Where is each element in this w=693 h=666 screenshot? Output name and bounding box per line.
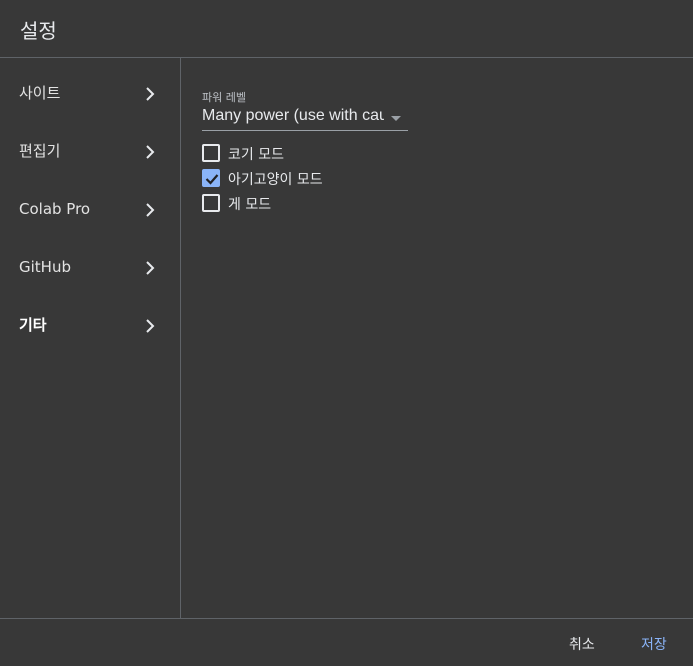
sidebar-item-colab-pro[interactable]: Colab Pro bbox=[0, 174, 180, 232]
power-level-select[interactable]: Many power (use with caution) bbox=[202, 106, 408, 131]
sidebar-item-editor[interactable]: 편집기 bbox=[0, 116, 180, 174]
sidebar-item-label: 사이트 bbox=[19, 84, 61, 102]
settings-dialog: 설정 사이트 편집기 Colab Pro GitHub 기타 파워 레벨 Man… bbox=[0, 0, 693, 666]
sidebar-item-github[interactable]: GitHub bbox=[0, 232, 180, 290]
dialog-header: 설정 bbox=[0, 0, 693, 58]
cancel-button[interactable]: 취소 bbox=[569, 634, 595, 654]
dialog-title: 설정 bbox=[20, 19, 57, 43]
save-button[interactable]: 저장 bbox=[641, 634, 667, 654]
sidebar-item-label: Colab Pro bbox=[19, 200, 91, 218]
sidebar-item-site[interactable]: 사이트 bbox=[0, 58, 180, 116]
crab-mode-checkbox[interactable] bbox=[202, 194, 220, 212]
checkbox-label: 아기고양이 모드 bbox=[228, 172, 323, 188]
sidebar-item-misc[interactable]: 기타 bbox=[0, 290, 180, 348]
chevron-right-icon bbox=[143, 202, 157, 218]
settings-sidebar: 사이트 편집기 Colab Pro GitHub 기타 bbox=[0, 58, 181, 618]
dialog-footer: 취소 저장 bbox=[0, 618, 693, 666]
checkbox-label: 게 모드 bbox=[228, 197, 272, 213]
sidebar-item-label: GitHub bbox=[19, 258, 71, 276]
sidebar-item-label: 편집기 bbox=[19, 142, 61, 160]
chevron-right-icon bbox=[143, 144, 157, 160]
chevron-right-icon bbox=[143, 260, 157, 276]
power-level-value: Many power (use with caution) bbox=[202, 107, 384, 124]
checkmark-icon bbox=[205, 174, 219, 185]
settings-content: 파워 레벨 Many power (use with caution) 코기 모… bbox=[182, 58, 693, 618]
checkbox-label: 코기 모드 bbox=[228, 147, 284, 163]
power-level-label: 파워 레벨 bbox=[202, 91, 246, 104]
chevron-right-icon bbox=[143, 318, 157, 334]
corgi-mode-checkbox[interactable] bbox=[202, 144, 220, 162]
sidebar-item-label: 기타 bbox=[19, 316, 47, 334]
dropdown-arrow-icon bbox=[391, 116, 401, 121]
chevron-right-icon bbox=[143, 86, 157, 102]
kitty-mode-checkbox[interactable] bbox=[202, 169, 220, 187]
